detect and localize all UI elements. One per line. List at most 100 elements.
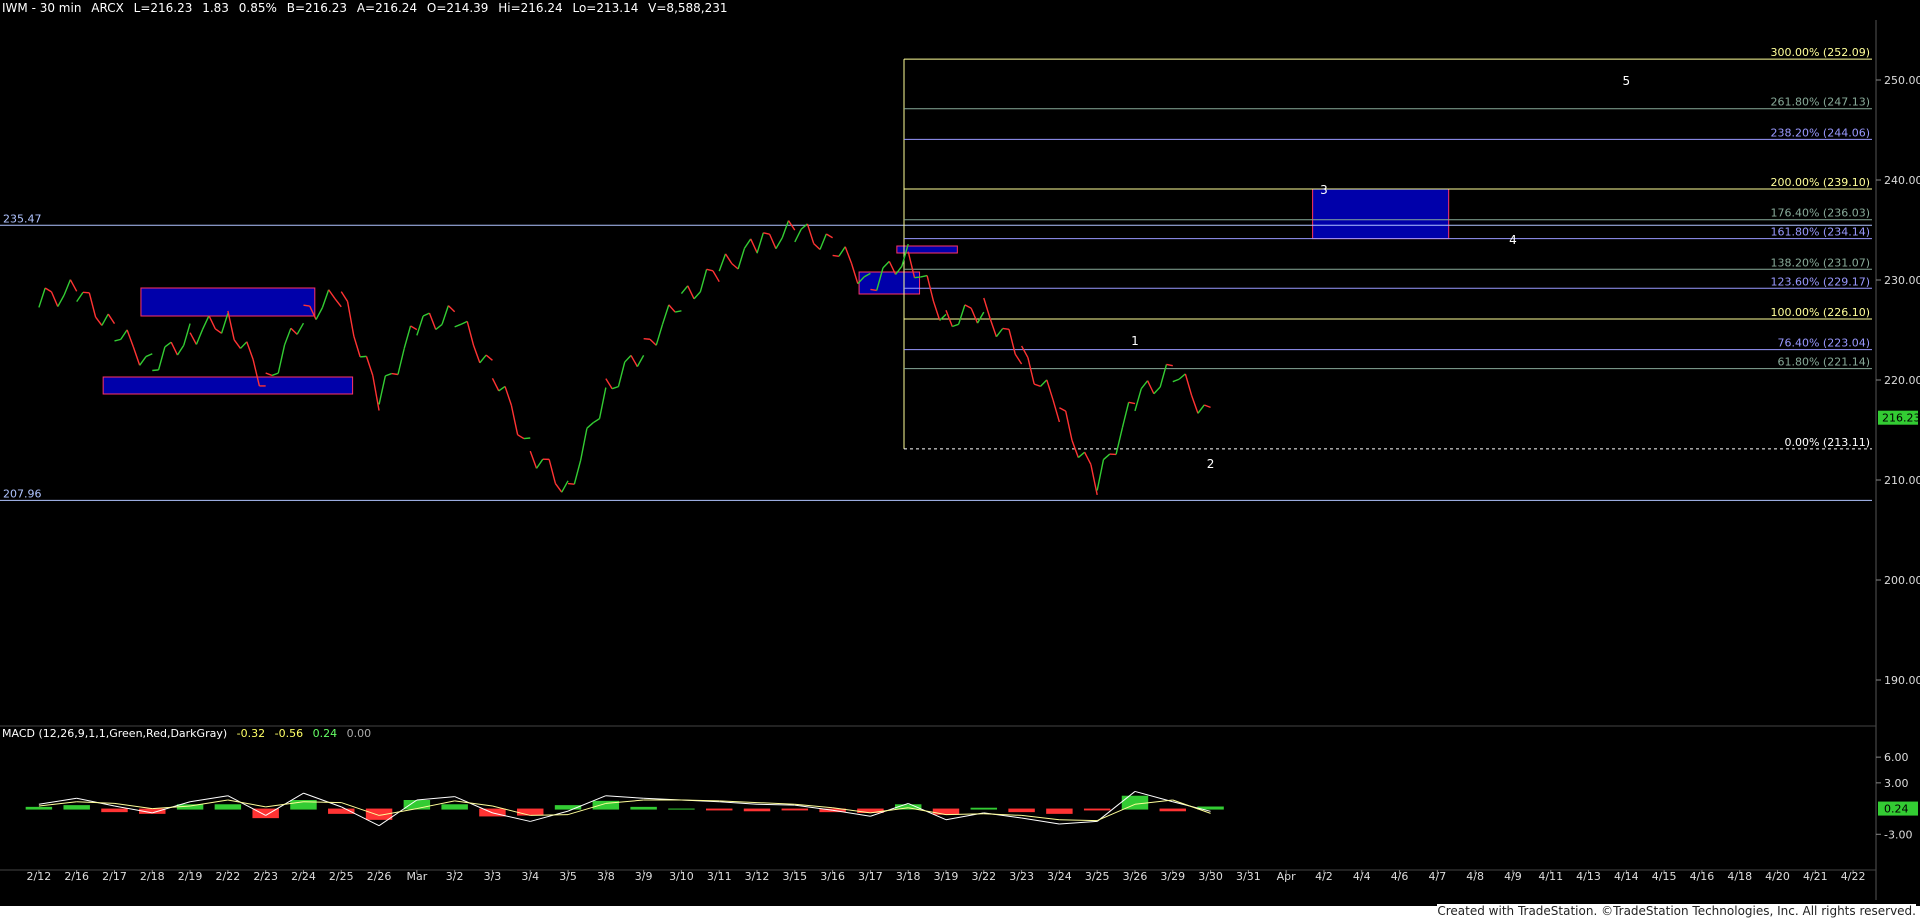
date-tick-label: 3/15: [782, 870, 807, 883]
date-tick-label: Mar: [406, 870, 427, 883]
macd-histogram-bar: [214, 804, 242, 810]
fib-level-label: 138.20% (231.07): [1770, 256, 1870, 269]
wave-label: 5: [1623, 74, 1631, 88]
wave-label: 4: [1509, 233, 1517, 247]
fib-level-label: 238.20% (244.06): [1770, 126, 1870, 139]
date-tick-label: 2/22: [216, 870, 241, 883]
date-tick-label: 4/2: [1315, 870, 1333, 883]
date-tick-label: 2/19: [178, 870, 203, 883]
date-tick-label: 3/25: [1085, 870, 1110, 883]
price-bar: [870, 288, 877, 292]
date-tick-label: 3/22: [971, 870, 996, 883]
date-tick-label: 4/8: [1466, 870, 1484, 883]
price-tick-label: 190.00: [1884, 674, 1920, 687]
date-tick-label: 3/4: [521, 870, 539, 883]
macd-histogram-bar: [857, 808, 884, 813]
date-tick-label: 2/17: [102, 870, 127, 883]
fib-level-label: 261.80% (247.13): [1770, 96, 1870, 109]
date-tick-label: 4/18: [1727, 870, 1752, 883]
price-bar: [360, 355, 367, 358]
macd-tick-label: 3.00: [1884, 777, 1909, 790]
price-change-pct: 0.85%: [238, 1, 277, 15]
date-tick-label: 2/16: [64, 870, 89, 883]
date-tick-label: 4/22: [1841, 870, 1866, 883]
macd-histogram-bar: [101, 808, 128, 813]
last-price-label: 216.23: [1882, 412, 1920, 425]
date-axis: 2/12 2/16 2/17 2/18 2/19 2/22 2/23 2/24 2/25 2/26…: [27, 870, 1866, 883]
macd-value-1: -0.32: [236, 727, 266, 740]
price-tick-label: 240.00: [1884, 174, 1920, 187]
price-bar: [523, 437, 531, 440]
macd-tick-label: -3.00: [1884, 828, 1912, 841]
target-zone: [1312, 188, 1450, 240]
date-tick-label: 2/23: [253, 870, 278, 883]
date-tick-label: 3/5: [559, 870, 577, 883]
wave-label: 2: [1207, 457, 1215, 471]
date-tick-label: 3/24: [1047, 870, 1072, 883]
date-tick-label: 3/9: [635, 870, 653, 883]
date-tick-label: 2/26: [367, 870, 392, 883]
volume: V=8,588,231: [648, 1, 728, 15]
macd-histogram-bar: [1083, 808, 1111, 811]
price-tick-label: 200.00: [1884, 574, 1920, 587]
open: O=214.39: [426, 1, 489, 15]
price-bar: [1002, 327, 1010, 330]
fib-level-label: 100.00% (226.10): [1770, 306, 1870, 319]
date-tick-label: Apr: [1277, 870, 1297, 883]
date-tick-label: 3/12: [745, 870, 770, 883]
macd-value-3: 0.24: [312, 727, 338, 740]
macd-header: MACD (12,26,9,1,1,Green,Red,DarkGray) -0…: [2, 727, 377, 740]
fib-level-label: 200.00% (239.10): [1770, 176, 1870, 189]
date-tick-label: 4/14: [1614, 870, 1639, 883]
macd-histogram-bar: [517, 808, 544, 816]
price-bar: [391, 372, 399, 376]
low: Lo=213.14: [572, 1, 639, 15]
macd-value-4: 0.00: [346, 727, 372, 740]
date-tick-label: 3/29: [1160, 870, 1185, 883]
macd-histogram-bar: [25, 806, 53, 810]
date-tick-label: 2/12: [27, 870, 52, 883]
macd-histogram-bar: [441, 804, 468, 810]
date-tick-label: 4/9: [1504, 870, 1522, 883]
fib-level-label: 0.00% (213.11): [1784, 436, 1870, 449]
chart-header: IWM - 30 min ARCX L=216.23 1.83 0.85% B=…: [2, 1, 734, 15]
date-tick-label: 3/2: [446, 870, 464, 883]
date-tick-label: 4/20: [1765, 870, 1790, 883]
fib-level-label: 61.80% (221.14): [1777, 356, 1870, 369]
date-tick-label: 3/3: [484, 870, 502, 883]
date-tick-label: 2/18: [140, 870, 165, 883]
symbol-interval: IWM - 30 min: [2, 1, 82, 15]
date-tick-label: 3/10: [669, 870, 694, 883]
date-tick-label: 3/8: [597, 870, 615, 883]
date-tick-label: 4/13: [1576, 870, 1601, 883]
date-tick-label: 4/21: [1803, 870, 1828, 883]
date-tick-label: 4/11: [1538, 870, 1563, 883]
price-bar: [914, 276, 921, 279]
price-tick-label: 220.00: [1884, 374, 1920, 387]
high: Hi=216.24: [498, 1, 563, 15]
date-tick-label: 3/30: [1198, 870, 1223, 883]
target-zone: [102, 376, 354, 395]
date-tick-label: 3/11: [707, 870, 732, 883]
date-tick-label: 3/17: [858, 870, 883, 883]
date-tick-label: 3/26: [1123, 870, 1148, 883]
macd-histogram-bar: [63, 805, 90, 810]
macd-histogram-bar: [1008, 808, 1035, 813]
price-tick-label: 210.00: [1884, 474, 1920, 487]
fib-level-label: 76.40% (223.04): [1777, 337, 1870, 350]
date-tick-label: 2/24: [291, 870, 316, 883]
price-tick-label: 250.00: [1884, 74, 1920, 87]
macd-histogram-bar: [668, 808, 695, 810]
date-tick-label: 4/7: [1428, 870, 1446, 883]
fib-level-label: 123.60% (229.17): [1770, 275, 1870, 288]
macd-histogram-bar: [705, 808, 733, 811]
macd-name: MACD (12,26,9,1,1,Green,Red,DarkGray): [2, 727, 228, 740]
date-tick-label: 4/16: [1690, 870, 1715, 883]
wave-label: 3: [1320, 183, 1328, 197]
macd-histogram-bar: [781, 808, 809, 811]
price-bar: [303, 304, 310, 307]
price-bar: [832, 254, 840, 257]
price-chart[interactable]: 190.00 200.00 210.00 220.00 2 3 0.00 240.00 250.…: [0, 0, 1920, 920]
macd-value-2: -0.56: [274, 727, 304, 740]
ask: A=216.24: [356, 1, 418, 15]
